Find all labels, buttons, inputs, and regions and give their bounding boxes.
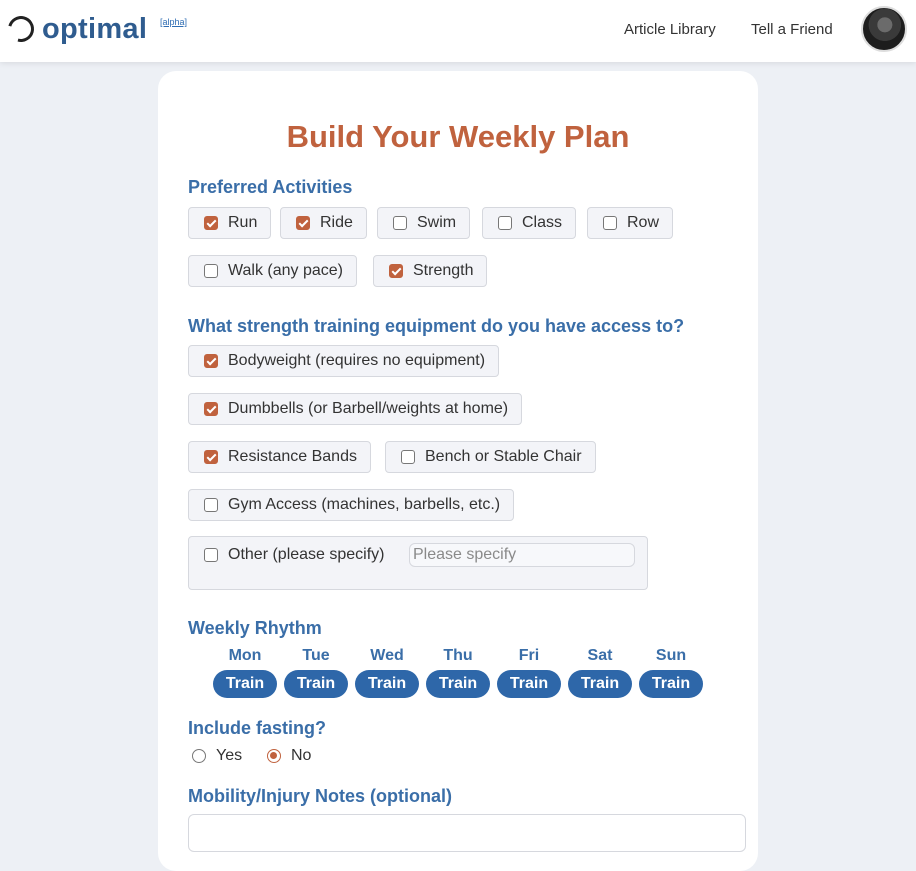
dumbbells-checkbox[interactable] — [204, 402, 218, 416]
bench-checkbox[interactable] — [401, 450, 415, 464]
day-sat: Sat Train — [568, 647, 632, 698]
fasting-no-radio[interactable] — [267, 749, 281, 763]
activity-walk[interactable]: Walk (any pace) — [188, 255, 357, 287]
activity-class[interactable]: Class — [482, 207, 577, 239]
day-mode-button[interactable]: Train — [426, 670, 490, 698]
equipment-option-label: Dumbbells (or Barbell/weights at home) — [228, 400, 509, 417]
fasting-yes-radio[interactable] — [192, 749, 206, 763]
walk-checkbox[interactable] — [204, 264, 218, 278]
day-mode-button[interactable]: Train — [355, 670, 419, 698]
day-label: Tue — [302, 647, 330, 664]
equipment-option-label: Bodyweight (requires no equipment) — [228, 352, 486, 369]
day-tue: Tue Train — [284, 647, 348, 698]
equipment-option-label: Gym Access (machines, barbells, etc.) — [228, 496, 501, 513]
other-option[interactable]: Other (please specify) — [204, 546, 385, 564]
equipment-dumbbells[interactable]: Dumbbells (or Barbell/weights at home) — [188, 393, 523, 425]
equipment-other: Other (please specify) — [188, 536, 648, 590]
equipment-gym-access[interactable]: Gym Access (machines, barbells, etc.) — [188, 489, 515, 521]
other-checkbox[interactable] — [204, 548, 218, 562]
equipment-bodyweight[interactable]: Bodyweight (requires no equipment) — [188, 345, 500, 377]
activity-label: Swim — [417, 214, 457, 231]
activity-label: Run — [228, 214, 258, 231]
equipment-resistance-bands[interactable]: Resistance Bands — [188, 441, 371, 473]
activity-run[interactable]: Run — [188, 207, 272, 239]
equipment-option-label: Bench or Stable Chair — [425, 448, 582, 465]
day-mode-button[interactable]: Train — [639, 670, 703, 698]
day-mon: Mon Train — [213, 647, 277, 698]
activity-label: Class — [522, 214, 563, 231]
other-specify-input[interactable] — [409, 543, 635, 567]
page-title: Build Your Weekly Plan — [286, 119, 630, 154]
strength-checkbox[interactable] — [389, 264, 403, 278]
plan-form-card: Build Your Weekly Plan Preferred Activit… — [158, 71, 758, 871]
preferred-activities-label: Preferred Activities — [188, 177, 353, 197]
equipment-label: What strength training equipment do you … — [188, 316, 685, 336]
other-label: Other (please specify) — [228, 546, 385, 563]
fasting-option-label: Yes — [216, 747, 243, 764]
day-mode-button[interactable]: Train — [568, 670, 632, 698]
gym-access-checkbox[interactable] — [204, 498, 218, 512]
resistance-bands-checkbox[interactable] — [204, 450, 218, 464]
notes-input[interactable] — [188, 814, 746, 852]
activity-ride[interactable]: Ride — [280, 207, 367, 239]
top-navbar: optimal [alpha] Article Library Tell a F… — [0, 0, 916, 62]
nav-tell-a-friend[interactable]: Tell a Friend — [751, 21, 833, 38]
run-checkbox[interactable] — [204, 216, 218, 230]
fasting-option-label: No — [291, 747, 312, 764]
activity-label: Ride — [320, 214, 353, 231]
brand-logo[interactable]: optimal — [3, 11, 148, 47]
fasting-label: Include fasting? — [188, 718, 327, 738]
day-mode-button[interactable]: Train — [497, 670, 561, 698]
brand-name: optimal — [42, 12, 148, 45]
activity-label: Strength — [413, 262, 474, 279]
activity-strength[interactable]: Strength — [373, 255, 488, 287]
day-label: Thu — [443, 647, 473, 664]
ride-checkbox[interactable] — [296, 216, 310, 230]
day-label: Wed — [370, 647, 404, 664]
activity-label: Row — [627, 214, 660, 231]
day-label: Fri — [518, 647, 540, 664]
activity-swim[interactable]: Swim — [377, 207, 471, 239]
class-checkbox[interactable] — [498, 216, 512, 230]
day-thu: Thu Train — [426, 647, 490, 698]
weekly-rhythm-label: Weekly Rhythm — [188, 618, 322, 638]
notes-label: Mobility/Injury Notes (optional) — [188, 786, 452, 806]
day-label: Sat — [587, 647, 613, 664]
equipment-option-label: Resistance Bands — [228, 448, 357, 465]
nav-article-library[interactable]: Article Library — [624, 21, 716, 38]
day-sun: Sun Train — [639, 647, 703, 698]
activity-row[interactable]: Row — [587, 207, 674, 239]
user-avatar[interactable] — [861, 6, 907, 52]
day-wed: Wed Train — [355, 647, 419, 698]
fasting-yes-option[interactable]: Yes — [192, 747, 242, 765]
day-fri: Fri Train — [497, 647, 561, 698]
day-label: Sun — [655, 647, 687, 664]
day-mode-button[interactable]: Train — [213, 670, 277, 698]
fasting-no-option[interactable]: No — [267, 747, 311, 765]
swim-checkbox[interactable] — [393, 216, 407, 230]
equipment-bench[interactable]: Bench or Stable Chair — [385, 441, 596, 473]
bodyweight-checkbox[interactable] — [204, 354, 218, 368]
activity-label: Walk (any pace) — [228, 262, 343, 279]
alpha-badge: [alpha] — [160, 17, 188, 27]
row-checkbox[interactable] — [603, 216, 617, 230]
day-mode-button[interactable]: Train — [284, 670, 348, 698]
logo-ring-icon — [3, 11, 39, 47]
day-label: Mon — [228, 647, 262, 664]
